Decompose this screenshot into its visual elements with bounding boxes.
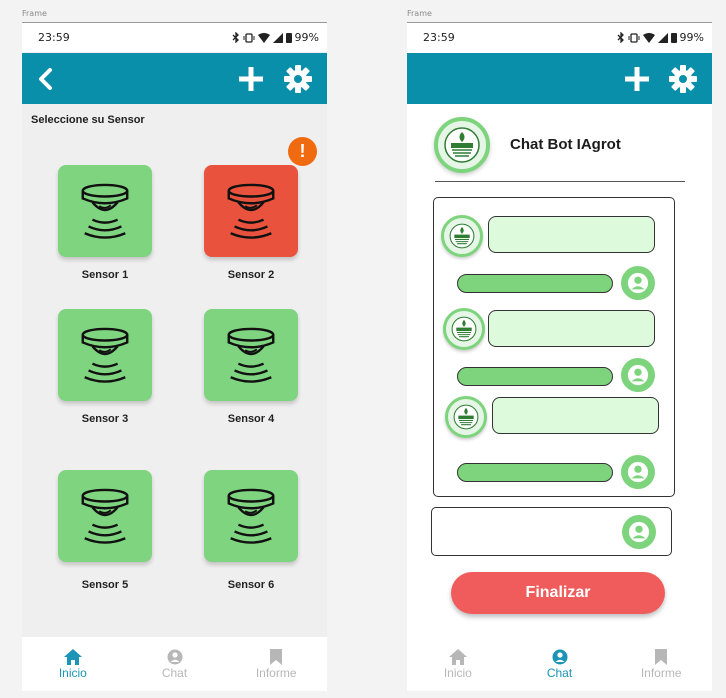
frame-label: Frame: [407, 9, 432, 18]
bot-avatar: [441, 215, 483, 257]
iagrot-logo-icon: [452, 403, 480, 431]
nav-item-informe[interactable]: Informe: [225, 637, 327, 691]
chat-screen: 23:59 99% Chat Bot IAgrot Finalizar Inic…: [407, 22, 712, 691]
header-divider: [435, 181, 685, 182]
nav-label: Inicio: [443, 665, 472, 680]
user-icon: [552, 649, 567, 664]
sensor-tile-1[interactable]: [58, 165, 152, 257]
bluetooth-icon: [232, 32, 239, 43]
frame-label: Frame: [22, 9, 47, 18]
bot-logo: [434, 117, 490, 173]
sensor-screen: 23:59 99% Seleccione su Sensor ! Sensor …: [22, 22, 327, 691]
bottom-nav: Inicio Chat Informe: [22, 637, 327, 691]
user-icon: [627, 461, 649, 483]
sensor-tile-4[interactable]: [204, 309, 298, 401]
sensor-tile-5[interactable]: [58, 470, 152, 562]
sensor-label: Sensor 1: [81, 269, 129, 281]
nav-item-chat[interactable]: Chat: [124, 637, 226, 691]
chat-messages[interactable]: [433, 197, 675, 497]
settings-gear-icon[interactable]: [284, 65, 312, 93]
sensor-device-icon: [222, 486, 280, 546]
sensor-label: Sensor 3: [81, 413, 129, 425]
nav-item-inicio[interactable]: Inicio: [407, 637, 509, 691]
nav-label: Informe: [255, 665, 297, 680]
section-title: Seleccione su Sensor: [31, 114, 145, 126]
vibrate-icon: [243, 32, 255, 43]
user-icon: [627, 272, 649, 294]
settings-gear-icon[interactable]: [669, 65, 697, 93]
add-icon[interactable]: [623, 65, 651, 93]
sensor-label: Sensor 6: [227, 579, 275, 591]
home-icon: [448, 648, 467, 665]
sensor-device-icon: [222, 325, 280, 385]
alert-badge: !: [288, 137, 317, 166]
sensor-device-icon: [76, 486, 134, 546]
bot-title: Chat Bot IAgrot: [510, 136, 621, 153]
sensor-label: Sensor 5: [81, 579, 129, 591]
add-icon[interactable]: [237, 65, 265, 93]
wifi-icon: [257, 32, 270, 43]
nav-label: Inicio: [58, 665, 87, 680]
bot-avatar: [443, 308, 485, 350]
user-icon: [167, 649, 182, 664]
user-message-bubble: [457, 367, 613, 386]
app-bar: [407, 53, 712, 104]
bookmark-icon: [655, 648, 668, 665]
iagrot-logo-icon: [450, 315, 478, 343]
user-message-bubble: [457, 463, 613, 482]
bottom-nav: Inicio Chat Informe: [407, 637, 712, 691]
bot-avatar: [445, 396, 487, 438]
status-time: 23:59: [423, 31, 455, 44]
sensor-label: Sensor 4: [227, 413, 275, 425]
bot-message-bubble: [488, 216, 655, 253]
battery-icon: [285, 33, 292, 43]
sensor-device-icon: [222, 181, 280, 241]
battery-percent: 99%: [679, 31, 704, 44]
home-icon: [63, 648, 82, 665]
vibrate-icon: [628, 32, 640, 43]
bot-message-bubble: [492, 397, 659, 434]
bot-message-bubble: [488, 310, 655, 347]
app-bar: [22, 53, 327, 104]
user-icon: [627, 364, 649, 386]
nav-label: Informe: [640, 665, 682, 680]
user-message-bubble: [457, 274, 613, 293]
back-arrow-icon[interactable]: [32, 65, 60, 93]
battery-percent: 99%: [294, 31, 319, 44]
nav-item-inicio[interactable]: Inicio: [22, 637, 124, 691]
nav-label: Chat: [546, 665, 573, 680]
user-avatar: [622, 515, 656, 549]
signal-icon: [657, 32, 668, 43]
sensor-tile-3[interactable]: [58, 309, 152, 401]
user-avatar: [621, 358, 655, 392]
sensor-device-icon: [76, 325, 134, 385]
iagrot-logo-icon: [442, 125, 482, 165]
user-avatar: [621, 266, 655, 300]
sensor-tile-6[interactable]: [204, 470, 298, 562]
bluetooth-icon: [617, 32, 624, 43]
iagrot-logo-icon: [448, 222, 476, 250]
nav-label: Chat: [161, 665, 188, 680]
status-time: 23:59: [38, 31, 70, 44]
user-avatar: [621, 455, 655, 489]
nav-item-chat[interactable]: Chat: [509, 637, 611, 691]
status-bar: 23:59 99%: [407, 23, 712, 52]
user-icon: [628, 521, 650, 543]
bookmark-icon: [270, 648, 283, 665]
nav-item-informe[interactable]: Informe: [610, 637, 712, 691]
status-bar: 23:59 99%: [22, 23, 327, 52]
wifi-icon: [642, 32, 655, 43]
sensor-tile-2[interactable]: [204, 165, 298, 257]
finalize-button[interactable]: Finalizar: [451, 572, 665, 614]
message-input[interactable]: [431, 507, 672, 556]
sensor-label: Sensor 2: [227, 269, 275, 281]
signal-icon: [272, 32, 283, 43]
sensor-device-icon: [76, 181, 134, 241]
battery-icon: [670, 33, 677, 43]
